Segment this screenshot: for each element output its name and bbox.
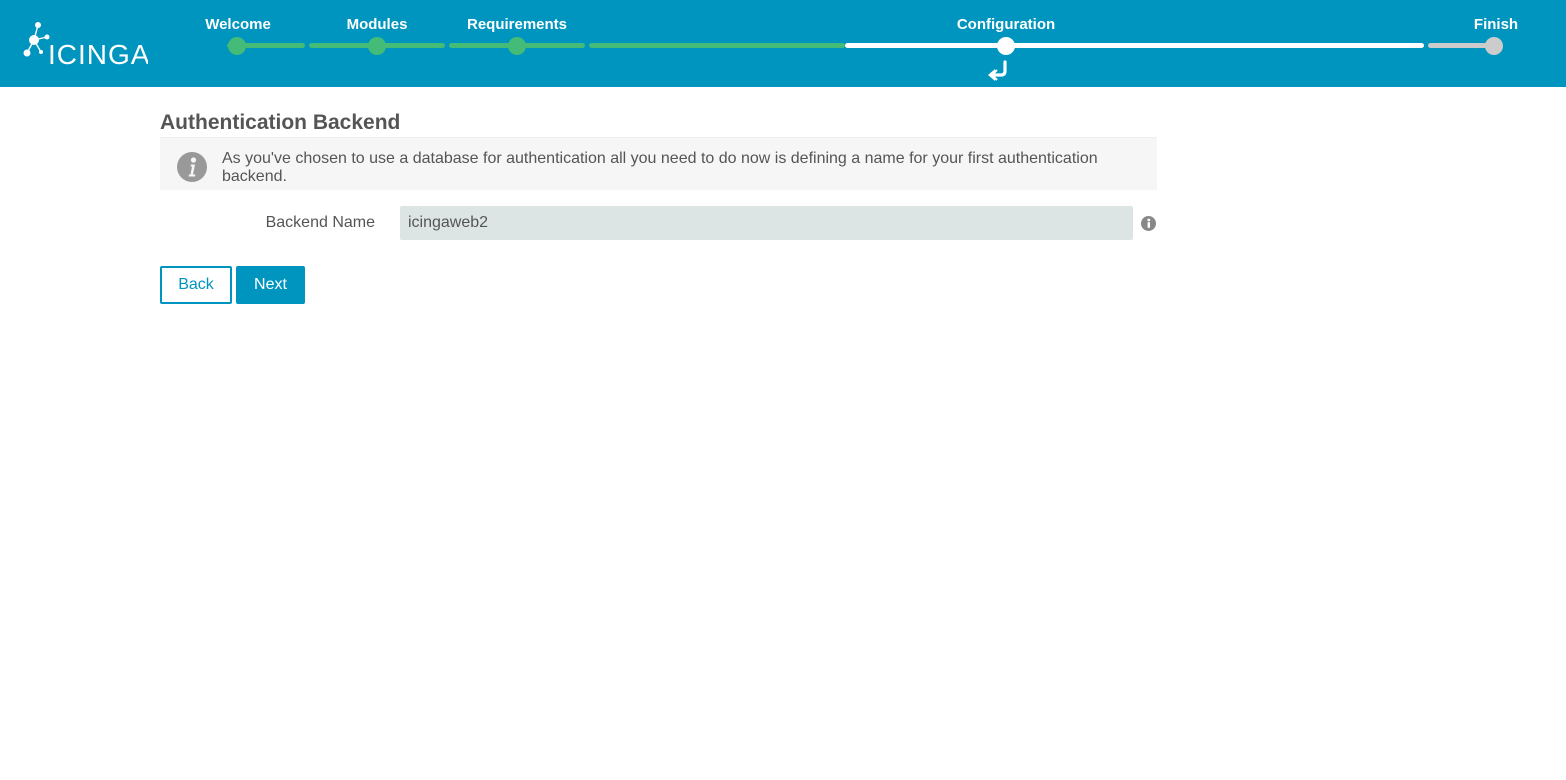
step-configuration-dot [997,37,1015,55]
step-finish-dot [1485,37,1503,55]
step-modules-label: Modules [346,16,408,33]
step-configuration-label: Configuration [956,16,1056,33]
backend-name-label: Backend Name [265,214,375,231]
progress-segment-configuration [845,43,1424,48]
next-button[interactable]: Next [236,266,305,304]
progress-segment-configuration-done [589,43,845,48]
info-box: As you've chosen to use a database for a… [160,137,1157,190]
return-arrow-icon [988,60,1007,81]
help-icon[interactable] [1141,216,1156,231]
page-title: Authentication Backend [160,111,401,134]
back-button[interactable]: Back [160,266,232,304]
step-requirements-dot [508,37,526,55]
setup-wizard-header: ICINGA Welcome Modules Requirements Conf… [0,0,1566,87]
svg-text:ICINGA: ICINGA [48,39,148,68]
info-message: As you've chosen to use a database for a… [222,150,1098,185]
step-welcome-dot [228,37,246,55]
info-icon [177,152,207,182]
step-requirements-label: Requirements [466,16,568,33]
step-welcome-label: Welcome [205,16,271,33]
backend-name-input[interactable] [400,206,1133,240]
step-modules-dot [368,37,386,55]
icinga-logo-icon: ICINGA [23,22,148,68]
step-finish-label: Finish [1473,16,1519,33]
